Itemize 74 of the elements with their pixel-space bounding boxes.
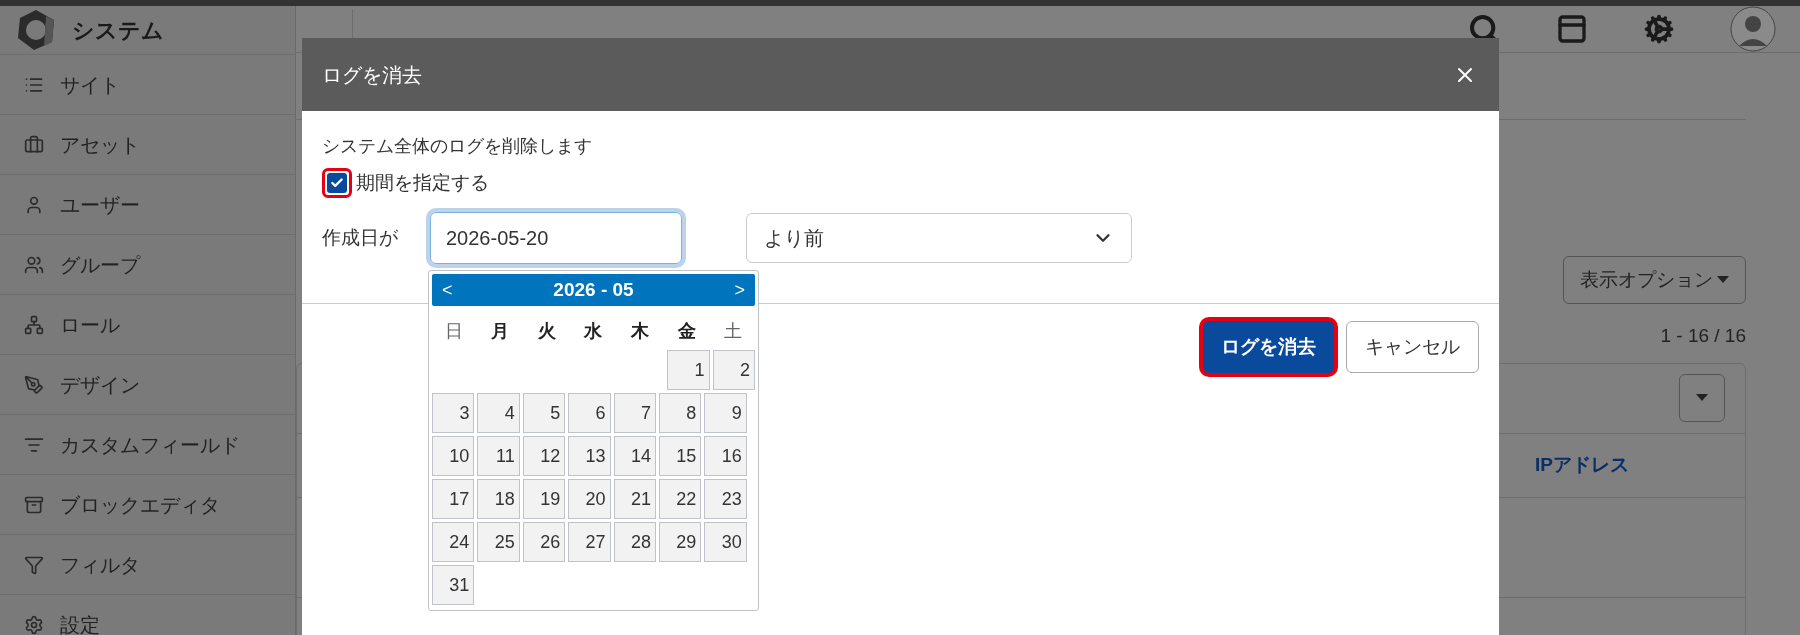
user-icon (24, 194, 44, 215)
weekday-label: 木 (630, 320, 651, 343)
window-list-icon[interactable] (1556, 13, 1588, 45)
calendar-day[interactable]: 15 (658, 436, 702, 476)
calendar-day[interactable]: 27 (568, 522, 611, 562)
calendar-day[interactable]: 22 (658, 479, 702, 519)
cancel-button[interactable]: キャンセル (1346, 321, 1479, 373)
display-options-button[interactable]: 表示オプション (1563, 256, 1746, 304)
dialog-description: システム全体のログを削除します (322, 135, 593, 158)
calendar-day[interactable]: 17 (432, 479, 475, 519)
sidebar-item[interactable]: サイト (0, 55, 295, 115)
filter-icon (24, 554, 44, 575)
weekday-label: 日 (443, 320, 464, 343)
caret-icon (1717, 276, 1729, 284)
app-name: システム (72, 16, 164, 45)
weekday-label: 土 (723, 320, 744, 343)
calendar-day[interactable]: 16 (704, 436, 747, 476)
sidebar-item[interactable]: グループ (0, 235, 295, 295)
calendar-day[interactable]: 9 (704, 393, 747, 433)
check-icon (330, 176, 344, 190)
condition-select[interactable]: より前 (746, 213, 1132, 263)
calendar-day[interactable]: 6 (568, 393, 611, 433)
sidebar-item[interactable]: ロール (0, 295, 295, 355)
calendar-day[interactable]: 28 (613, 522, 656, 562)
calendar-day[interactable]: 12 (522, 436, 566, 476)
calendar-day[interactable]: 18 (477, 479, 520, 519)
calendar-day[interactable]: 19 (522, 479, 566, 519)
calendar-day[interactable]: 11 (477, 436, 520, 476)
hierarchy-icon (24, 314, 44, 335)
calendar-day[interactable]: 2 (712, 350, 755, 390)
calendar-day[interactable]: 30 (704, 522, 747, 562)
next-month-button[interactable]: > (734, 276, 745, 304)
dialog-title: ログを消去 (322, 62, 422, 88)
users-icon (24, 254, 44, 275)
sidebar-item[interactable]: フィルタ (0, 535, 295, 595)
calendar-day[interactable]: 5 (522, 393, 566, 433)
calendar-day[interactable]: 31 (432, 565, 475, 605)
calendar-day[interactable]: 10 (432, 436, 475, 476)
calendar-day[interactable]: 14 (613, 436, 656, 476)
calendar-day[interactable]: 7 (613, 393, 656, 433)
box-icon (24, 494, 44, 515)
calendar-day[interactable]: 21 (613, 479, 656, 519)
calendar-day[interactable]: 25 (477, 522, 520, 562)
period-checkbox[interactable] (322, 168, 352, 198)
settings-icon (24, 614, 44, 635)
weekday-label: 月 (490, 320, 511, 343)
calendar-day[interactable]: 20 (568, 479, 611, 519)
calendar-day[interactable]: 13 (568, 436, 611, 476)
calendar-day[interactable]: 4 (477, 393, 520, 433)
weekday-label: 水 (582, 320, 604, 343)
sidebar-item[interactable]: アセット (0, 115, 295, 175)
sidebar-item[interactable]: ブロックエディタ (0, 475, 295, 535)
checkbox-label: 期間を指定する (356, 170, 489, 195)
pagination-count: 1 - 16 / 16 (1660, 324, 1746, 348)
calendar-day[interactable]: 3 (432, 393, 475, 433)
calendar-day[interactable]: 23 (704, 479, 747, 519)
pen-icon (24, 374, 44, 395)
date-label: 作成日が (322, 225, 399, 250)
weekday-label: 金 (676, 320, 697, 343)
caret-icon (1696, 394, 1708, 402)
sidebar-item[interactable]: ユーザー (0, 175, 295, 235)
briefcase-icon (24, 134, 44, 155)
sidebar-item[interactable]: 設定 (0, 595, 295, 635)
calendar-day[interactable]: 1 (667, 350, 710, 390)
weekday-label: 火 (536, 320, 557, 343)
sidebar-item[interactable]: カスタムフィールド (0, 415, 295, 475)
calendar-month: 2026 - 05 (553, 277, 634, 302)
sidebar-item[interactable]: デザイン (0, 355, 295, 415)
calendar-day[interactable]: 29 (658, 522, 702, 562)
calendar-day[interactable]: 8 (658, 393, 702, 433)
avatar-icon[interactable] (1730, 6, 1776, 52)
previous-month-button[interactable]: < (442, 276, 453, 304)
calendar-day[interactable]: 26 (522, 522, 566, 562)
calendar-day[interactable]: 24 (432, 522, 475, 562)
